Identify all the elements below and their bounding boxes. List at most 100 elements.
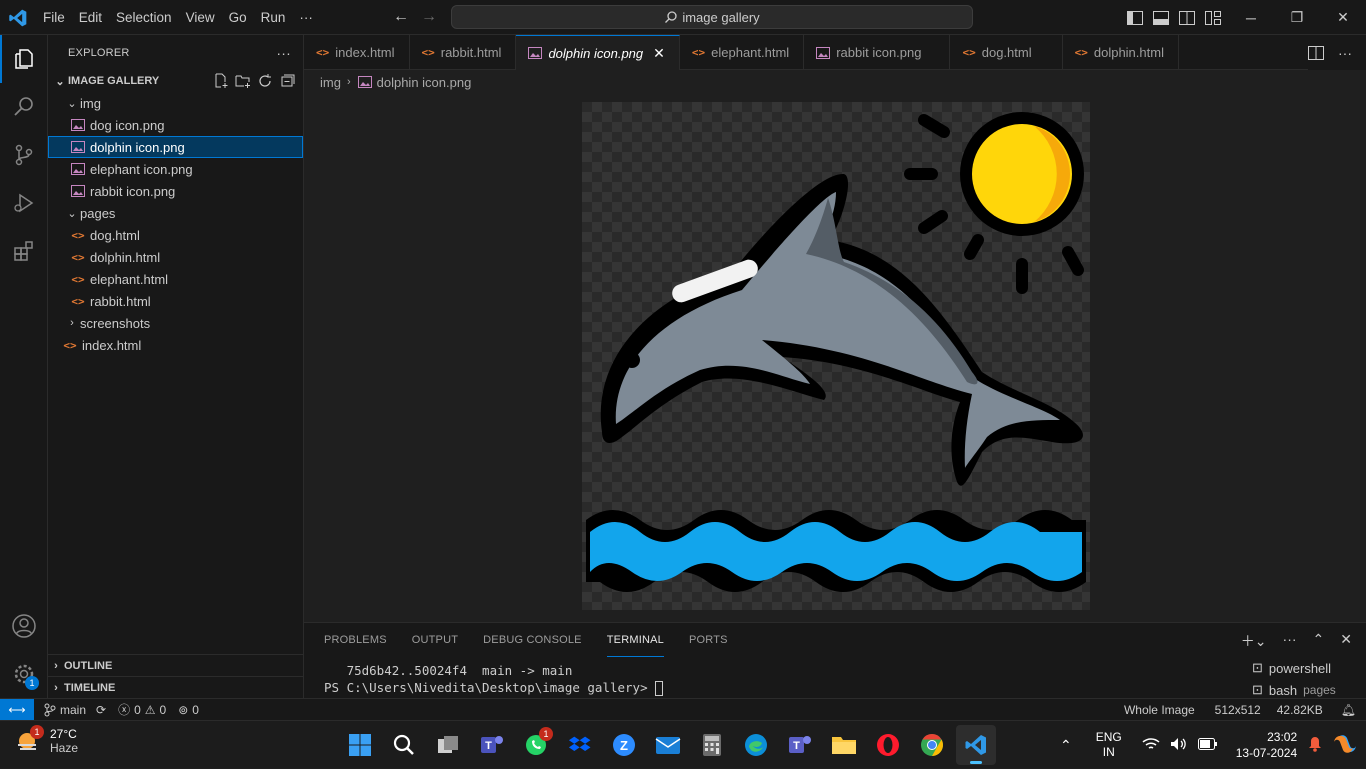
more-actions-icon[interactable]: ··· — [1338, 45, 1352, 61]
vscode-taskbar-icon[interactable] — [956, 725, 996, 765]
collapse-all-icon[interactable] — [279, 73, 295, 89]
menu-run[interactable]: Run — [254, 10, 293, 25]
split-editor-icon[interactable] — [1308, 45, 1324, 60]
toggle-panel-icon[interactable] — [1151, 8, 1171, 28]
tab-dolphin-icon-png[interactable]: dolphin icon.png ✕ — [516, 35, 680, 70]
extensions-icon[interactable] — [0, 227, 48, 275]
accounts-icon[interactable] — [0, 602, 48, 650]
close-tab-icon[interactable]: ✕ — [653, 45, 665, 62]
notification-bell-icon[interactable] — [1307, 736, 1323, 755]
tab-rabbit-icon-png[interactable]: rabbit icon.png — [804, 35, 951, 70]
dropbox-icon[interactable] — [560, 725, 600, 765]
battery-icon[interactable] — [1197, 737, 1218, 753]
start-menu-icon[interactable] — [340, 725, 380, 765]
file-dog-icon-png[interactable]: dog icon.png — [48, 114, 303, 136]
folder-label: img — [80, 95, 101, 111]
explorer-more-icon[interactable]: ··· — [276, 45, 291, 61]
chrome-icon[interactable] — [912, 725, 952, 765]
file-elephant-html[interactable]: <> elephant.html — [48, 268, 303, 290]
task-view-icon[interactable] — [428, 725, 468, 765]
workspace-section[interactable]: ⌄ IMAGE GALLERY — [48, 70, 303, 92]
restore-icon[interactable]: ❐ — [1274, 0, 1320, 35]
folder-pages[interactable]: ⌄ pages — [48, 202, 303, 224]
breadcrumb-folder[interactable]: img — [320, 75, 341, 90]
volume-icon[interactable] — [1170, 737, 1188, 754]
close-panel-icon[interactable]: ✕ — [1340, 631, 1352, 651]
zoom-icon[interactable]: Z — [604, 725, 644, 765]
close-window-icon[interactable]: ✕ — [1320, 0, 1366, 35]
search-taskbar-icon[interactable] — [384, 725, 424, 765]
command-center-search[interactable]: image gallery — [451, 5, 973, 29]
tab-rabbit-html[interactable]: <> rabbit.html — [410, 35, 517, 70]
menu-selection[interactable]: Selection — [109, 10, 179, 25]
manage-gear-icon[interactable]: 1 — [0, 650, 48, 698]
tab-dolphin-html[interactable]: <> dolphin.html — [1063, 35, 1179, 70]
folder-img[interactable]: ⌄ img — [48, 92, 303, 114]
toggle-secondary-sidebar-icon[interactable] — [1177, 8, 1197, 28]
breadcrumb-file[interactable]: dolphin icon.png — [377, 75, 472, 90]
ports-status[interactable]: ⊚ 0 — [172, 703, 205, 717]
back-arrow-icon[interactable]: ← — [393, 8, 409, 26]
search-view-icon[interactable] — [0, 83, 48, 131]
problems-status[interactable]: ⓧ 0 ⚠ 0 — [112, 701, 172, 718]
teams-work-icon[interactable]: T — [472, 725, 512, 765]
menu-go[interactable]: Go — [222, 10, 254, 25]
chevron-up-icon[interactable]: ⌃ — [1060, 737, 1072, 754]
opera-icon[interactable] — [868, 725, 908, 765]
calculator-icon[interactable] — [692, 725, 732, 765]
menu-view[interactable]: View — [179, 10, 222, 25]
maximize-panel-icon[interactable]: ⌃ — [1313, 631, 1325, 651]
tab-problems[interactable]: PROBLEMS — [324, 623, 387, 657]
tab-debug-console[interactable]: DEBUG CONSOLE — [483, 623, 582, 657]
file-dog-html[interactable]: <> dog.html — [48, 224, 303, 246]
tab-dog-html[interactable]: <> dog.html — [950, 35, 1063, 70]
copilot-icon[interactable] — [1333, 732, 1357, 759]
menu-edit[interactable]: Edit — [72, 10, 109, 25]
outline-section[interactable]: › OUTLINE — [48, 654, 304, 676]
folder-screenshots[interactable]: › screenshots — [48, 312, 303, 334]
customize-layout-icon[interactable] — [1203, 8, 1223, 28]
whatsapp-icon[interactable]: 1 — [516, 725, 556, 765]
tab-elephant-html[interactable]: <> elephant.html — [680, 35, 805, 70]
tab-index-html[interactable]: <> index.html — [304, 35, 410, 70]
sync-icon[interactable]: ⟳ — [96, 703, 106, 717]
file-rabbit-icon-png[interactable]: rabbit icon.png — [48, 180, 303, 202]
refresh-icon[interactable] — [257, 73, 273, 89]
forward-arrow-icon[interactable]: → — [421, 8, 437, 26]
edge-icon[interactable] — [736, 725, 776, 765]
teams-icon[interactable]: T — [780, 725, 820, 765]
file-rabbit-html[interactable]: <> rabbit.html — [48, 290, 303, 312]
menu-more[interactable]: ··· — [292, 10, 320, 25]
weather-widget[interactable]: 1 27°C Haze — [14, 725, 78, 755]
timeline-section[interactable]: › TIMELINE — [48, 676, 304, 698]
file-dolphin-icon-png[interactable]: dolphin icon.png — [48, 136, 303, 158]
mail-icon[interactable] — [648, 725, 688, 765]
explorer-icon[interactable] — [0, 35, 48, 83]
run-debug-icon[interactable] — [0, 179, 48, 227]
panel-more-icon[interactable]: ··· — [1283, 631, 1297, 651]
terminal-icon: ⊡ — [1252, 682, 1263, 697]
file-explorer-icon[interactable] — [824, 725, 864, 765]
branch-status[interactable]: main ⟳ — [38, 703, 112, 717]
source-control-icon[interactable] — [0, 131, 48, 179]
terminal-output[interactable]: 75d6b42..50024f4 main -> main PS C:\Users… — [324, 662, 664, 696]
clock[interactable]: 23:02 13-07-2024 — [1236, 729, 1297, 761]
new-file-icon[interactable] — [213, 73, 229, 89]
tab-output[interactable]: OUTPUT — [412, 623, 458, 657]
minimize-icon[interactable]: ─ — [1228, 0, 1274, 35]
language-indicator[interactable]: ENG IN — [1096, 730, 1122, 760]
image-view-mode[interactable]: Whole Image — [1118, 703, 1209, 717]
file-elephant-icon-png[interactable]: elephant icon.png — [48, 158, 303, 180]
new-folder-icon[interactable] — [235, 73, 251, 89]
file-index-html[interactable]: <> index.html — [48, 334, 303, 356]
menu-file[interactable]: File — [36, 10, 72, 25]
file-dolphin-html[interactable]: <> dolphin.html — [48, 246, 303, 268]
wifi-icon[interactable] — [1142, 737, 1160, 754]
remote-icon[interactable]: ⟷ — [0, 698, 34, 721]
new-terminal-icon[interactable]: ＋⌄ — [1241, 631, 1267, 651]
notifications-bell-icon[interactable]: 🔔︎ — [1335, 703, 1366, 717]
terminal-item-powershell[interactable]: ⊡ powershell — [1252, 657, 1366, 679]
toggle-sidebar-icon[interactable] — [1125, 8, 1145, 28]
tab-ports[interactable]: PORTS — [689, 623, 728, 657]
tab-terminal[interactable]: TERMINAL — [606, 623, 664, 657]
